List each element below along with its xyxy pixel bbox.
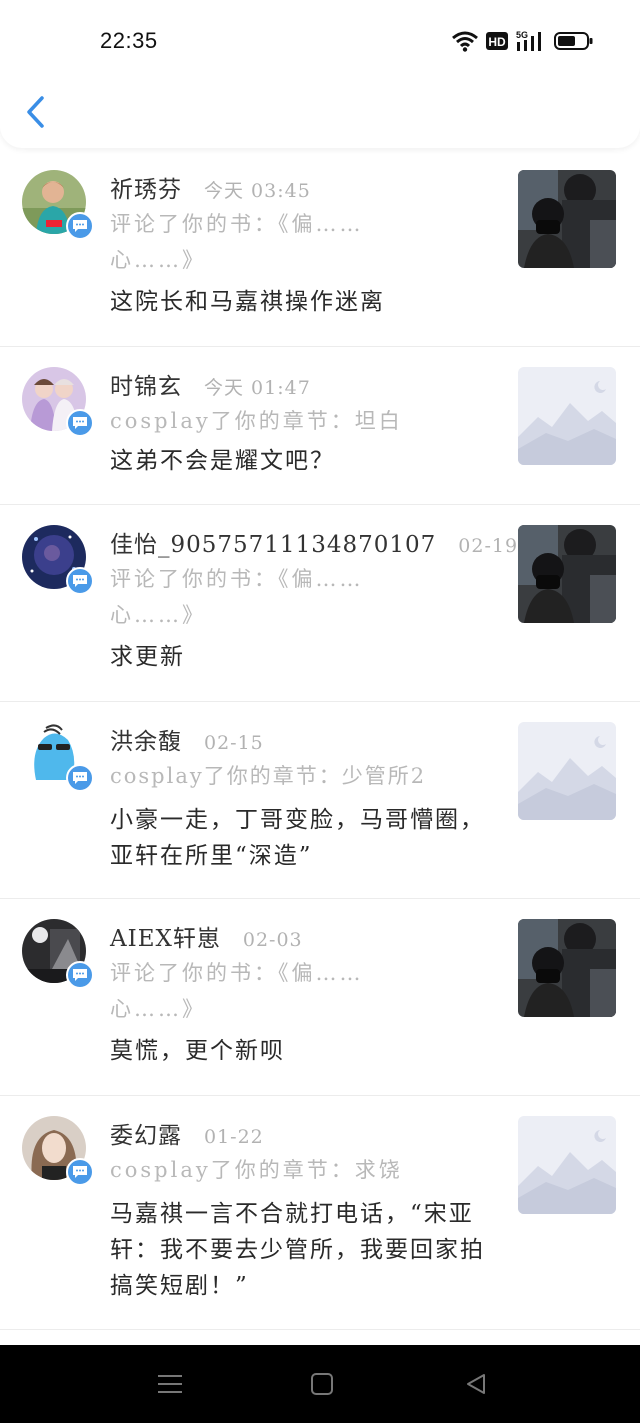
- comment-badge-icon: [66, 409, 94, 437]
- network-label: 5G: [516, 30, 528, 40]
- action-text: 评论了你的书：《偏……心……》: [110, 567, 364, 627]
- list-item[interactable]: 时锦玄 今天 01:47 cosplay了你的章节：坦白 这弟不会是耀文吧？: [0, 347, 640, 505]
- system-nav-bar: [0, 1345, 640, 1423]
- book-cover-thumbnail[interactable]: [518, 170, 616, 268]
- comment-text: 莫慌，更个新呗: [110, 1038, 285, 1064]
- action-text: 评论了你的书：《偏……心……》: [110, 212, 364, 272]
- avatar-wrap: [22, 919, 94, 989]
- name-line: 洪余馥 02-15: [110, 722, 264, 756]
- comment-badge-icon: [66, 212, 94, 240]
- avatar-wrap: [22, 170, 94, 240]
- comment-text: 这院长和马嘉祺操作迷离: [110, 289, 385, 315]
- name-line: 佳怡_90575711134870107 02-19: [110, 525, 519, 559]
- action-text: cosplay了你的章节：坦白: [110, 409, 403, 433]
- placeholder-thumbnail[interactable]: [518, 367, 616, 465]
- battery-icon: [554, 30, 594, 52]
- comment-text: 求更新: [110, 644, 185, 670]
- timestamp: 02-19: [458, 535, 519, 557]
- user-name[interactable]: 祈琇芬: [110, 170, 182, 204]
- hd-icon: HD: [486, 31, 508, 51]
- user-name[interactable]: 佳怡_90575711134870107: [110, 525, 436, 559]
- comment-text: 这弟不会是耀文吧？: [110, 448, 335, 474]
- name-line: 委幻露 01-22: [110, 1116, 264, 1150]
- action-text: cosplay了你的章节：少管所2: [110, 764, 427, 788]
- 5g-signal-icon: 5G: [516, 30, 546, 52]
- list-item[interactable]: 佳怡_90575711134870107 02-19 评论了你的书：《偏……心……: [0, 505, 640, 702]
- comment-text: 马嘉祺一言不合就打电话，“宋亚轩：我不要去少管所，我要回家拍搞笑短剧！”: [110, 1201, 485, 1299]
- comment-text: 小豪一走，丁哥变脸，马哥懵圈，亚轩在所里“深造”: [110, 807, 485, 869]
- home-button[interactable]: [302, 1369, 342, 1399]
- timestamp: 01-22: [204, 1126, 264, 1148]
- name-line: 祈琇芬 今天 03:45: [110, 170, 311, 204]
- wifi-icon: [452, 30, 478, 52]
- placeholder-thumbnail[interactable]: [518, 722, 616, 820]
- user-name[interactable]: 洪余馥: [110, 722, 182, 756]
- timestamp: 今天 03:45: [204, 180, 311, 202]
- avatar-wrap: [22, 722, 94, 792]
- hd-label: HD: [488, 35, 506, 49]
- back-nav-button[interactable]: [456, 1369, 496, 1399]
- user-name[interactable]: AIEX轩崽: [110, 919, 221, 953]
- list-item[interactable]: 委幻露 01-22 cosplay了你的章节：求饶 马嘉祺一言不合就打电话，“宋…: [0, 1096, 640, 1330]
- comment-badge-icon: [66, 764, 94, 792]
- user-name[interactable]: 委幻露: [110, 1116, 182, 1150]
- user-name[interactable]: 时锦玄: [110, 367, 182, 401]
- menu-button[interactable]: [150, 1369, 190, 1399]
- name-line: 时锦玄 今天 01:47: [110, 367, 311, 401]
- timestamp: 02-03: [242, 929, 303, 951]
- top-header: 22:35 HD 5G: [0, 0, 640, 148]
- back-triangle-icon: [467, 1374, 485, 1394]
- list-item[interactable]: 洪余馥 02-15 cosplay了你的章节：少管所2 小豪一走，丁哥变脸，马哥…: [0, 702, 640, 899]
- list-item[interactable]: 祈琇芬 今天 03:45 评论了你的书：《偏……心……》 这院长和马嘉祺操作迷离: [0, 150, 640, 347]
- status-bar: 22:35 HD 5G: [0, 0, 640, 82]
- timestamp: 02-15: [204, 732, 264, 754]
- status-icons: HD 5G: [452, 30, 594, 52]
- comment-badge-icon: [66, 1158, 94, 1186]
- chevron-left-icon: [27, 96, 44, 128]
- avatar-wrap: [22, 525, 94, 595]
- list-item[interactable]: AIEX轩崽 02-03 评论了你的书：《偏……心……》 莫慌，更个新呗: [0, 899, 640, 1096]
- back-button[interactable]: [20, 92, 50, 132]
- status-time: 22:35: [100, 28, 158, 53]
- book-cover-thumbnail[interactable]: [518, 919, 616, 1017]
- avatar-wrap: [22, 1116, 94, 1186]
- name-line: AIEX轩崽 02-03: [110, 919, 303, 953]
- home-icon: [311, 1373, 333, 1395]
- action-text: 评论了你的书：《偏……心……》: [110, 961, 364, 1021]
- placeholder-thumbnail[interactable]: [518, 1116, 616, 1214]
- book-cover-thumbnail[interactable]: [518, 525, 616, 623]
- comment-badge-icon: [66, 961, 94, 989]
- avatar-wrap: [22, 367, 94, 437]
- action-text: cosplay了你的章节：求饶: [110, 1158, 403, 1182]
- comment-badge-icon: [66, 567, 94, 595]
- timestamp: 今天 01:47: [204, 377, 311, 399]
- menu-icon: [158, 1375, 182, 1393]
